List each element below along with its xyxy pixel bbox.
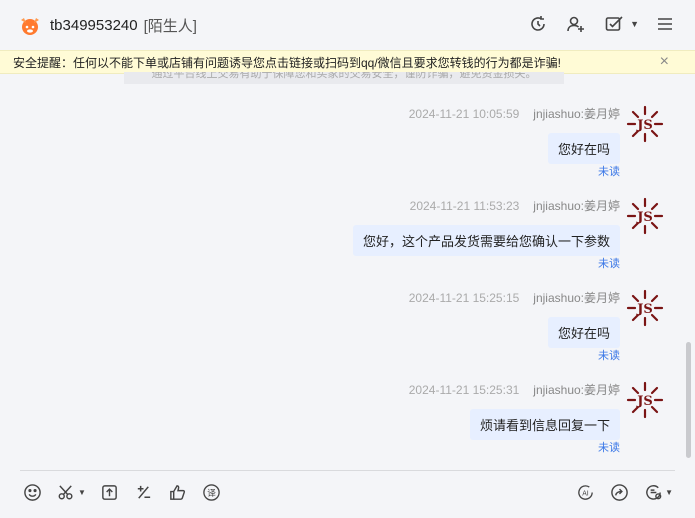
read-status: 未读: [598, 258, 620, 270]
message-sender: jnjiashuo:姜月婷: [533, 199, 620, 213]
chat-scrollbar[interactable]: [686, 342, 691, 458]
message-time: 2024-11-21 15:25:31: [408, 383, 520, 397]
input-toolbar-right: AI ▼: [575, 482, 673, 502]
more-tools-button[interactable]: [643, 482, 663, 502]
seller-avatar-icon[interactable]: JS: [626, 289, 664, 327]
security-warning-banner: 安全提醒：任何以不能下单或店铺有问题诱导您点击链接或扫码到qq/微信且要求您转钱…: [0, 50, 695, 74]
message-bubble[interactable]: 烦请看到信息回复一下: [469, 409, 620, 440]
svg-text:JS: JS: [636, 394, 653, 409]
message-time: 2024-11-21 10:05:59: [408, 107, 520, 121]
svg-text:JS: JS: [636, 302, 653, 317]
input-divider: [20, 470, 675, 471]
svg-text:JS: JS: [636, 210, 653, 225]
header-actions: ▼: [526, 12, 677, 36]
menu-icon: [658, 18, 672, 30]
message-bubble[interactable]: 您好在吗: [547, 133, 620, 164]
chat-title: tb349953240 [陌生人]: [50, 15, 197, 36]
menu-button[interactable]: [653, 12, 677, 36]
message-time: 2024-11-21 15:25:15: [408, 291, 520, 305]
message-sender: jnjiashuo:姜月婷: [533, 383, 620, 397]
ai-icon: AI: [577, 484, 593, 500]
read-status: 未读: [598, 166, 620, 178]
stranger-tag: [陌生人]: [143, 18, 197, 35]
add-user-icon: [567, 16, 585, 32]
message-meta: 2024-11-21 10:05:59 jnjiashuo:姜月婷: [409, 105, 620, 122]
seller-avatar-icon[interactable]: JS: [626, 105, 664, 143]
translate-icon: 译: [203, 483, 221, 501]
message-meta: 2024-11-21 11:53:23 jnjiashuo:姜月婷: [410, 197, 620, 214]
svg-text:译: 译: [208, 487, 217, 498]
buyer-avatar-icon[interactable]: [18, 14, 42, 38]
order-dropdown-icon[interactable]: ▼: [630, 19, 639, 29]
message-sender: jnjiashuo:姜月婷: [533, 107, 620, 121]
message-meta: 2024-11-21 15:25:15 jnjiashuo:姜月婷: [409, 289, 620, 306]
scissors-icon: [58, 484, 73, 499]
percent-icon: [138, 485, 151, 499]
upload-button[interactable]: [100, 482, 120, 502]
evaluate-button[interactable]: [168, 482, 188, 502]
thumbs-up-icon: [170, 484, 186, 500]
buyer-username[interactable]: tb349953240: [50, 17, 138, 34]
coupon-button[interactable]: [134, 482, 154, 502]
svg-text:JS: JS: [636, 118, 653, 133]
chat-header: tb349953240 [陌生人] ▼: [0, 0, 695, 50]
screenshot-dropdown-icon[interactable]: ▼: [78, 488, 86, 497]
seller-avatar-icon[interactable]: JS: [626, 197, 664, 235]
translate-button[interactable]: 译: [202, 482, 222, 502]
message-bubble[interactable]: 您好在吗: [547, 317, 620, 348]
read-status: 未读: [598, 442, 620, 454]
svg-text:AI: AI: [582, 489, 589, 497]
history-button[interactable]: [526, 12, 550, 36]
screenshot-button[interactable]: [56, 482, 76, 502]
forward-icon: [610, 483, 628, 501]
upload-icon: [102, 484, 118, 500]
more-tools-dropdown-icon[interactable]: ▼: [665, 488, 673, 497]
seller-avatar-icon[interactable]: JS: [626, 381, 664, 419]
message-meta: 2024-11-21 15:25:31 jnjiashuo:姜月婷: [409, 381, 620, 398]
add-contact-button[interactable]: [564, 12, 588, 36]
input-toolbar: ▼ 译: [22, 482, 222, 502]
chat-settings-icon: [645, 484, 661, 500]
ai-assistant-button[interactable]: AI: [575, 482, 595, 502]
message-bubble[interactable]: 您好，这个产品发货需要给您确认一下参数: [352, 225, 620, 256]
emoji-icon: [23, 483, 41, 501]
message-time: 2024-11-21 11:53:23: [409, 199, 520, 213]
emoji-button[interactable]: [22, 482, 42, 502]
security-warning-text: 安全提醒：任何以不能下单或店铺有问题诱导您点击链接或扫码到qq/微信且要求您转钱…: [13, 55, 562, 70]
quick-reply-button[interactable]: [609, 482, 629, 502]
message-list[interactable]: 2024-11-21 10:05:59 jnjiashuo:姜月婷 您好在吗 未读…: [0, 85, 688, 467]
close-banner-icon[interactable]: ×: [660, 52, 669, 72]
read-status: 未读: [598, 350, 620, 362]
order-button[interactable]: [602, 12, 626, 36]
message-sender: jnjiashuo:姜月婷: [533, 291, 620, 305]
history-icon: [531, 16, 545, 31]
checklist-icon: [605, 16, 623, 31]
system-notice: 通过平台线上交易有助于保障您和买家的交易安全，谨防诈骗，避免资金损失。: [124, 72, 564, 84]
